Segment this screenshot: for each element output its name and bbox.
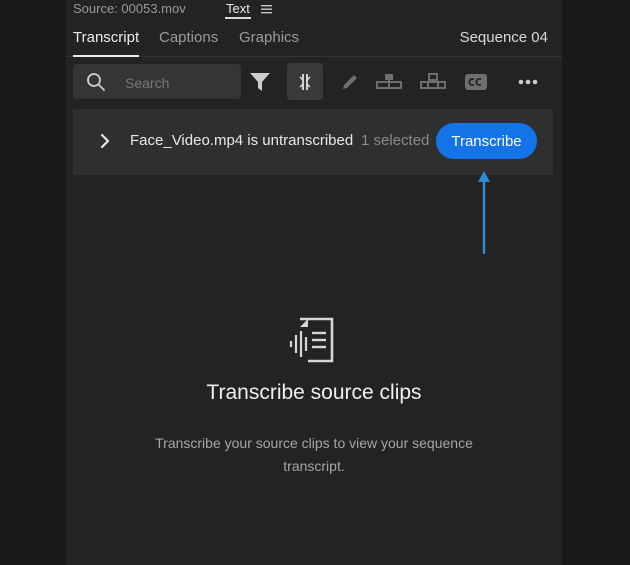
merge-alt-button[interactable] [415,63,451,100]
merge-alt-icon [420,72,446,89]
filter-icon [250,72,270,91]
up-arrow-annotation [478,171,490,254]
edit-button[interactable] [332,63,368,100]
tab-graphics[interactable]: Graphics [239,29,299,46]
untranscribed-message: Face_Video.mp4 is untranscribed [130,132,354,149]
source-tab-label[interactable]: Source: 00053.mov [73,1,186,16]
left-gutter [0,0,66,565]
search-icon [86,72,106,97]
empty-state: Transcribe source clips Transcribe your … [66,315,562,474]
hamburger-menu-icon[interactable] [260,2,272,17]
empty-state-title: Transcribe source clips [206,381,422,404]
sequence-name: Sequence 04 [459,29,548,46]
split-icon [299,73,311,90]
transcribe-button[interactable]: Transcribe [436,123,537,159]
search-box[interactable] [73,64,241,99]
cc-icon [465,73,487,90]
more-options-button[interactable] [510,63,546,100]
tab-captions[interactable]: Captions [159,29,218,46]
search-input[interactable] [123,72,237,94]
chevron-right-icon[interactable] [100,133,110,154]
main-tabs: Transcript Captions Graphics Sequence 04 [66,28,562,57]
tab-transcript[interactable]: Transcript [73,29,140,57]
transcribe-clips-icon [289,317,334,363]
untranscribed-banner: Face_Video.mp4 is untranscribed 1 select… [73,109,553,175]
filter-button[interactable] [242,63,278,100]
selection-count: 1 selected [361,132,430,149]
captions-button[interactable] [458,63,494,100]
text-tab-label: Text [225,0,251,19]
text-panel: Source: 00053.mov Text Transcript Captio… [66,0,562,565]
merge-icon [376,73,402,89]
transcript-toolbar [66,63,562,101]
text-panel-tab[interactable]: Text [225,0,272,20]
empty-state-description: Transcribe your source clips to view you… [155,435,473,474]
more-icon [518,79,538,84]
pencil-icon [343,74,357,89]
right-gutter [562,0,630,565]
split-segment-button[interactable] [287,63,323,100]
panel-header: Source: 00053.mov Text [66,0,562,20]
merge-segments-button[interactable] [371,63,407,100]
